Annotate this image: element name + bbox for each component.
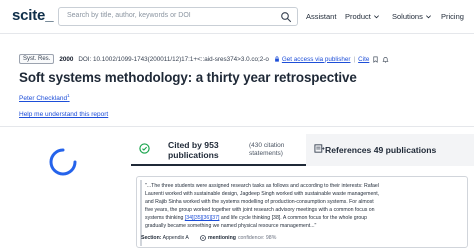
- loading-spinner-icon: [49, 148, 77, 176]
- section-label: Section: Appendix A: [141, 235, 189, 241]
- tab-cited-by[interactable]: Cited by 953 publications (430 citation …: [131, 134, 306, 166]
- chevron-down-icon: [425, 15, 431, 19]
- search-placeholder: Search by title, author, keywords or DOI: [67, 12, 191, 19]
- page-title: Soft systems methodology: a thirty year …: [19, 70, 357, 85]
- author-link[interactable]: Peter Checkland1: [19, 93, 70, 102]
- tab-references[interactable]: References 49 publications: [306, 134, 474, 166]
- citation-statements-label: statements): [249, 150, 283, 157]
- journal-badge: Syst. Res.: [19, 54, 55, 64]
- citation-statements-count: (430 citation: [249, 142, 285, 149]
- tab-references-label: References 49 publications: [325, 145, 437, 155]
- cite-link[interactable]: Cite: [358, 56, 369, 63]
- search-input[interactable]: Search by title, author, keywords or DOI: [58, 7, 298, 26]
- doi-text: DOI: 10.1002/1099-1743(200011/12)17:1+<:…: [78, 55, 269, 63]
- bell-icon[interactable]: [382, 56, 389, 63]
- get-access-link[interactable]: Get access via publisher: [274, 56, 350, 63]
- divider: [0, 126, 474, 127]
- chevron-down-icon: [373, 15, 379, 19]
- mentioning-icon: [200, 235, 206, 241]
- nav-assistant[interactable]: Assistant: [306, 12, 336, 21]
- publication-year: 2000: [59, 55, 74, 63]
- tab-cited-by-label: Cited by 953: [168, 140, 219, 150]
- nav-solutions[interactable]: Solutions: [392, 12, 432, 21]
- mentioning-badge: mentioning confidence: 98%: [200, 235, 276, 241]
- bookmark-icon[interactable]: [372, 56, 379, 63]
- search-icon[interactable]: [280, 11, 292, 23]
- top-nav: scite_ Search by title, author, keywords…: [0, 0, 474, 34]
- tab-cited-by-label-line2: publications: [168, 150, 219, 160]
- references-icon: [314, 144, 325, 153]
- nav-product[interactable]: Product: [345, 12, 380, 21]
- citation-snippet: "...The three students were assigned res…: [145, 183, 380, 230]
- lock-icon: [275, 56, 279, 62]
- help-understand-link[interactable]: Help me understand this report: [19, 111, 108, 118]
- logo[interactable]: scite_: [12, 7, 54, 24]
- paper-meta: Syst. Res. 2000 DOI: 10.1002/1099-1743(2…: [19, 54, 389, 64]
- citation-card[interactable]: "...The three students were assigned res…: [136, 176, 468, 248]
- cited-by-icon: [139, 143, 150, 154]
- citation-numbers-link[interactable]: [34][35][36][37]: [185, 215, 220, 221]
- nav-pricing[interactable]: Pricing: [441, 12, 464, 21]
- separator: |: [353, 55, 356, 63]
